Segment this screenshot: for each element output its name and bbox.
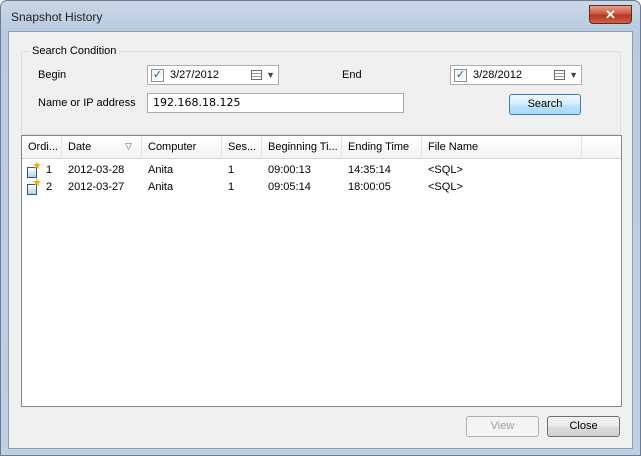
address-input[interactable]: 192.168.18.125 xyxy=(147,93,404,113)
dialog-body: Search Condition Begin ✓ 3/27/2012 ▼ End… xyxy=(8,31,633,449)
begin-date-picker[interactable]: ✓ 3/27/2012 ▼ xyxy=(147,65,279,85)
table-row[interactable]: ★ 2 2012-03-27 Anita 1 09:05:14 18:00:05… xyxy=(22,178,621,196)
column-header-ordinal[interactable]: Ordi... xyxy=(22,136,62,159)
cell-beginning-time: 09:00:13 xyxy=(268,164,311,176)
end-date-picker[interactable]: ✓ 3/28/2012 ▼ xyxy=(450,65,582,85)
calendar-icon xyxy=(554,70,565,80)
sort-indicator-icon: ▽ xyxy=(125,141,132,151)
snapshot-list[interactable]: Ordi... Date ▽ Computer Ses... Beginning… xyxy=(21,135,622,407)
column-header-session[interactable]: Ses... xyxy=(222,136,262,159)
cell-date: 2012-03-27 xyxy=(68,181,125,193)
window-title: Snapshot History xyxy=(11,10,103,24)
cell-ending-time: 18:00:05 xyxy=(348,181,391,193)
cell-file-name: <SQL> xyxy=(428,164,463,176)
close-icon[interactable]: ✕ xyxy=(589,5,632,24)
cell-session: 1 xyxy=(228,164,235,176)
table-row[interactable]: ★ 1 2012-03-28 Anita 1 09:00:13 14:35:14… xyxy=(22,161,621,179)
column-header-computer[interactable]: Computer xyxy=(142,136,222,159)
column-header-beginning-time[interactable]: Beginning Ti... xyxy=(262,136,342,159)
column-header-file-name[interactable]: File Name xyxy=(422,136,582,159)
cell-ordinal: 2 xyxy=(46,181,53,193)
cell-beginning-time: 09:05:14 xyxy=(268,181,311,193)
begin-checkbox[interactable]: ✓ xyxy=(151,69,164,82)
address-label: Name or IP address xyxy=(38,97,136,109)
list-header: Ordi... Date ▽ Computer Ses... Beginning… xyxy=(22,136,621,159)
end-checkbox[interactable]: ✓ xyxy=(454,69,467,82)
snapshot-star-icon: ★ xyxy=(27,178,42,195)
end-label: End xyxy=(342,69,362,81)
calendar-icon xyxy=(251,70,262,80)
cell-file-name: <SQL> xyxy=(428,181,463,193)
end-date-value: 3/28/2012 xyxy=(473,69,522,81)
cell-session: 1 xyxy=(228,181,235,193)
cell-date: 2012-03-28 xyxy=(68,164,125,176)
search-button[interactable]: Search xyxy=(509,94,581,115)
begin-label: Begin xyxy=(38,69,67,81)
snapshot-history-window: Snapshot History ✕ Search Condition Begi… xyxy=(0,0,641,456)
close-button[interactable]: Close xyxy=(547,416,620,437)
column-header-ending-time[interactable]: Ending Time xyxy=(342,136,422,159)
cell-computer: Anita xyxy=(148,181,174,193)
begin-calendar-button[interactable]: ▼ xyxy=(251,68,275,83)
cell-ending-time: 14:35:14 xyxy=(348,164,391,176)
search-condition-label: Search Condition xyxy=(29,45,120,57)
view-button[interactable]: View xyxy=(466,416,539,437)
end-calendar-button[interactable]: ▼ xyxy=(554,68,578,83)
dropdown-arrow-icon: ▼ xyxy=(266,70,275,80)
dropdown-arrow-icon: ▼ xyxy=(569,70,578,80)
begin-date-value: 3/27/2012 xyxy=(170,69,219,81)
snapshot-star-icon: ★ xyxy=(27,161,42,178)
cell-computer: Anita xyxy=(148,164,174,176)
title-bar[interactable]: Snapshot History ✕ xyxy=(1,1,640,31)
